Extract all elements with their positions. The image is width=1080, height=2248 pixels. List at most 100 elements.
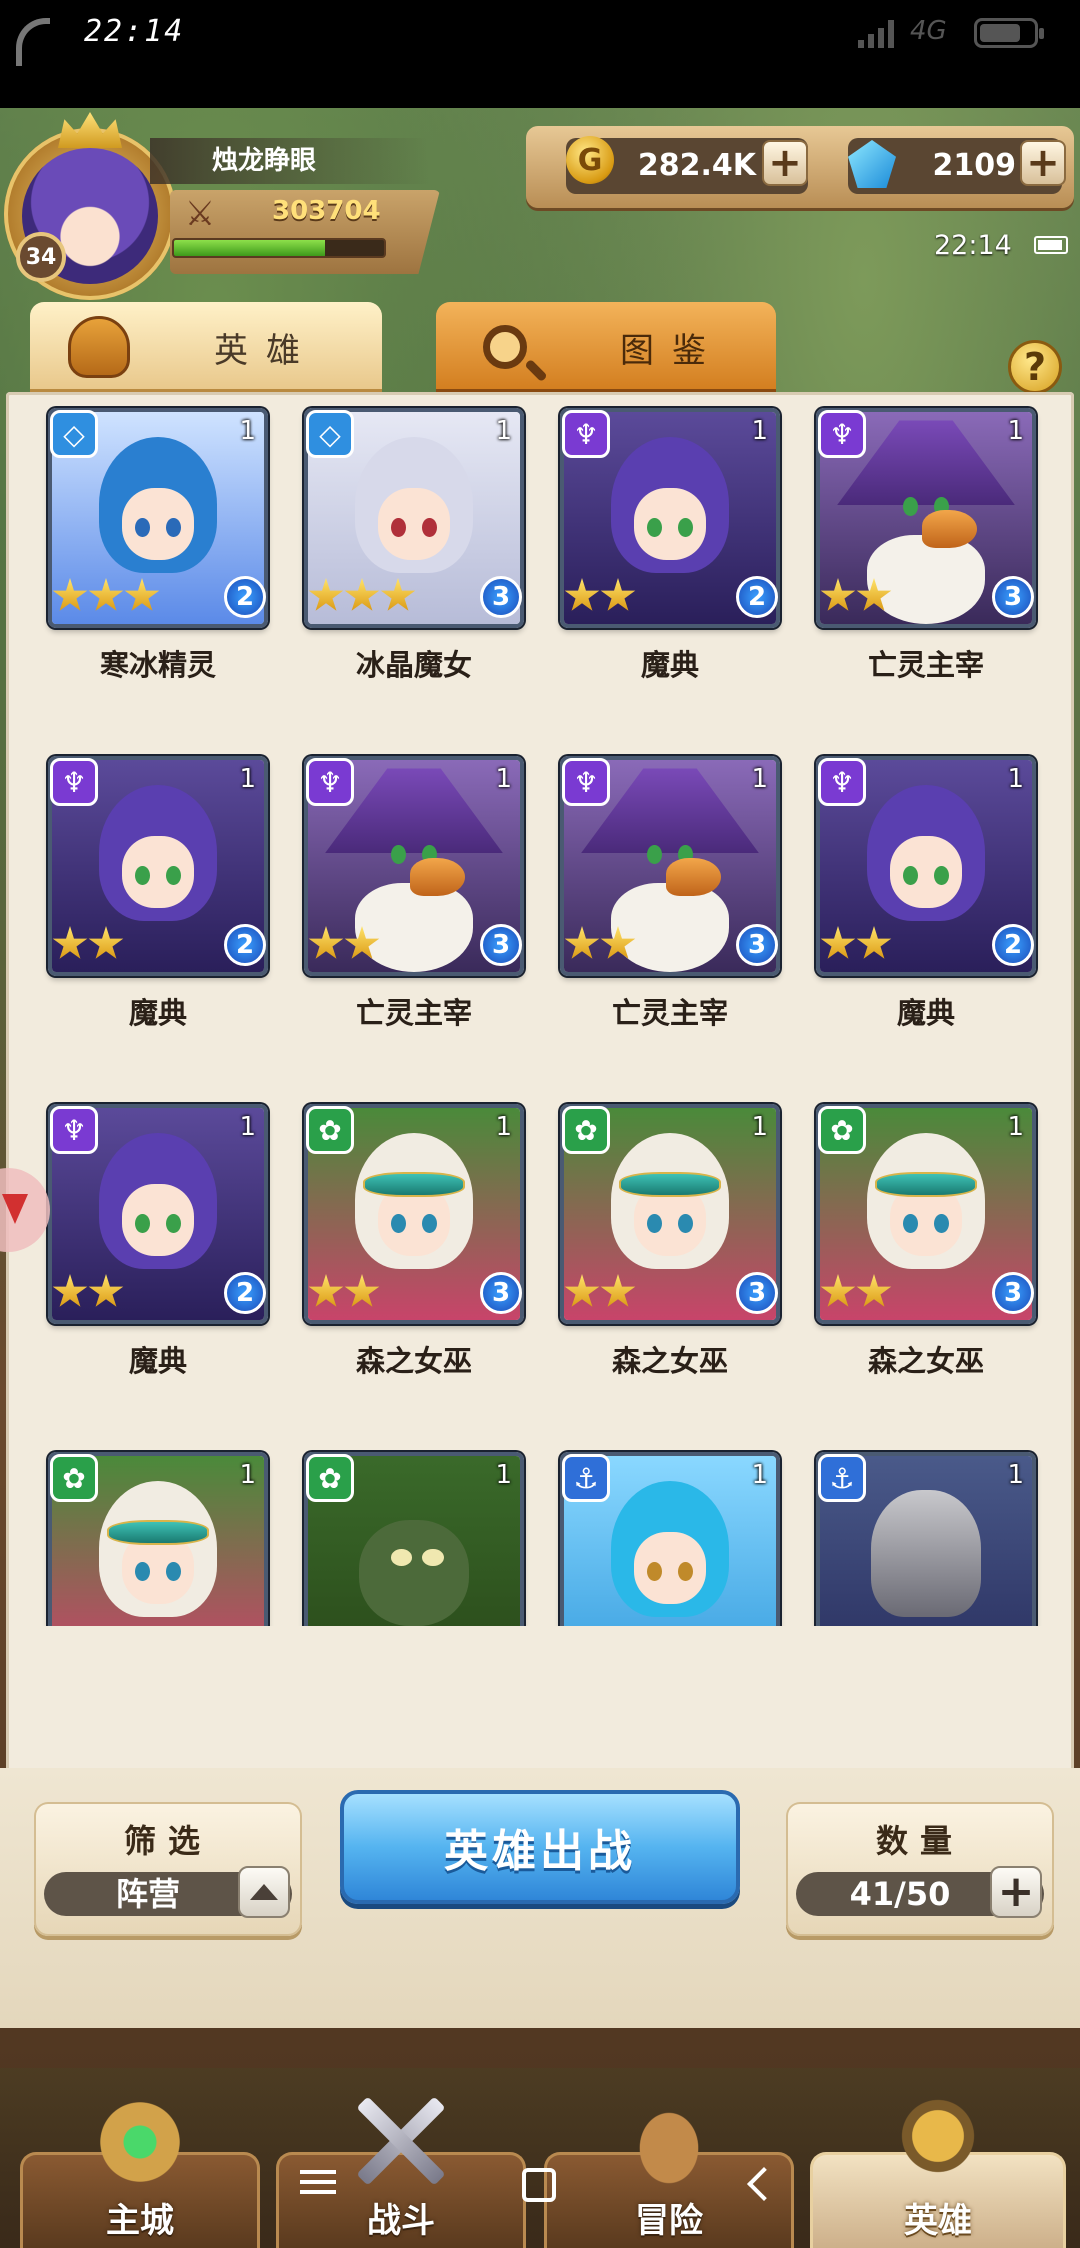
hero-rank-badge: 2	[992, 924, 1034, 966]
nav-city[interactable]: 主城	[20, 2068, 260, 2248]
network-type: 4G	[910, 16, 947, 46]
game-battery-icon	[1034, 236, 1068, 254]
forest-faction-icon: ✿	[306, 1454, 354, 1502]
player-level-badge: 34	[16, 232, 66, 282]
hero-card[interactable]: ◇ 1 2 寒冰精灵	[48, 408, 268, 708]
hero-card[interactable]: ♆ 1 2 魔典	[48, 1104, 268, 1404]
tab-codex[interactable]: 图鉴	[436, 302, 776, 392]
nav-battle[interactable]: 战斗	[276, 2068, 526, 2248]
hero-grid[interactable]: ◇ 1 2 寒冰精灵 ◇ 1 3 冰晶魔女 ♆ 1 2 魔典 ♆ 1 3 亡灵主宰 ♆ 1 2 魔典 ♆ 1 3 亡灵主宰 ♆ 1…	[6, 392, 1074, 1626]
hero-helmet-icon	[878, 2076, 998, 2196]
star-icon	[820, 926, 856, 959]
hero-stars	[564, 578, 636, 614]
hero-card[interactable]: ♆ 1 3 亡灵主宰	[816, 408, 1036, 708]
hero-stars	[308, 926, 380, 962]
hero-level: 1	[239, 1112, 256, 1142]
hero-level: 1	[1007, 764, 1024, 794]
hero-rank-badge: 3	[480, 924, 522, 966]
dark-faction-icon: ♆	[50, 758, 98, 806]
hero-name: 冰晶魔女	[355, 648, 472, 682]
forest-faction-icon: ✿	[562, 1106, 610, 1154]
hero-level: 1	[495, 1460, 512, 1490]
hero-name: 寒冰精灵	[99, 648, 216, 682]
bottom-nav: 主城 战斗 冒险 英雄	[0, 2068, 1080, 2248]
hero-level: 1	[751, 416, 768, 446]
tab-heroes[interactable]: 英雄	[30, 302, 382, 392]
hero-card[interactable]: ⚓ 1	[560, 1452, 780, 1626]
hero-card[interactable]: ✿ 1	[48, 1452, 268, 1626]
deploy-heroes-button[interactable]: 英雄出战	[340, 1790, 740, 1904]
hero-card[interactable]: ♆ 1 2 魔典	[48, 756, 268, 1056]
dark-faction-icon: ♆	[562, 410, 610, 458]
hero-card[interactable]: ♆ 1 3 亡灵主宰	[304, 756, 524, 1056]
hero-card[interactable]: ✿ 1 3 森之女巫	[816, 1104, 1036, 1404]
player-name: 烛龙睁眼	[150, 138, 430, 184]
hero-card[interactable]: ♆ 1 2 魔典	[560, 408, 780, 708]
star-icon	[124, 578, 160, 611]
star-icon	[600, 1274, 636, 1307]
hero-stars	[52, 1274, 124, 1310]
add-gems-button[interactable]: +	[1020, 140, 1066, 186]
game-clock: 22:14	[934, 230, 1012, 261]
helmet-icon	[54, 304, 144, 390]
star-icon	[88, 578, 124, 611]
nav-heroes[interactable]: 英雄	[810, 2068, 1066, 2248]
status-bar: 22:14 4G	[0, 0, 1080, 108]
system-menu-button[interactable]	[300, 2164, 336, 2200]
hero-name: 魔典	[640, 648, 699, 682]
hero-level: 1	[239, 1460, 256, 1490]
star-icon	[600, 578, 636, 611]
star-icon	[856, 926, 892, 959]
star-icon	[308, 578, 344, 611]
hero-level: 1	[751, 764, 768, 794]
hero-rank-badge: 3	[992, 576, 1034, 618]
expand-capacity-button[interactable]: +	[990, 1866, 1042, 1918]
hero-card[interactable]: ⚓ 1	[816, 1452, 1036, 1626]
hero-stars	[564, 1274, 636, 1310]
hero-stars	[820, 926, 892, 962]
hero-level: 1	[495, 416, 512, 446]
star-icon	[52, 578, 88, 611]
hero-card[interactable]: ♆ 1 2 魔典	[816, 756, 1036, 1056]
nav-city-label: 主城	[106, 2201, 174, 2241]
currency-panel: G 282.4K 2109 + +	[526, 126, 1074, 208]
nav-battle-label: 战斗	[367, 2201, 435, 2241]
hero-stars	[52, 926, 124, 962]
signal-icon	[858, 20, 894, 48]
hero-stars	[308, 1274, 380, 1310]
star-icon	[820, 1274, 856, 1307]
anchor-icon: ⚓	[818, 1454, 866, 1502]
hero-name: 亡灵主宰	[867, 648, 984, 682]
system-home-button[interactable]	[522, 2168, 556, 2202]
help-button[interactable]: ?	[1008, 340, 1062, 394]
add-gold-button[interactable]: +	[762, 140, 808, 186]
hero-card[interactable]: ✿ 1	[304, 1452, 524, 1626]
crossed-swords-icon: ⚔	[184, 194, 216, 234]
hero-level: 1	[239, 416, 256, 446]
hero-rank-badge: 3	[992, 1272, 1034, 1314]
star-icon	[344, 578, 380, 611]
faction-dropdown-button[interactable]	[238, 1866, 290, 1918]
status-clock: 22:14	[84, 14, 185, 49]
hero-level: 1	[495, 764, 512, 794]
hero-rank-badge: 3	[480, 576, 522, 618]
hero-name: 亡灵主宰	[355, 996, 472, 1030]
nav-adventure-label: 冒险	[635, 2201, 703, 2241]
bottom-controls: 筛选 阵营 英雄出战 数量 41/50 +	[0, 1768, 1080, 2028]
hero-rank-badge: 2	[224, 1272, 266, 1314]
game-screen: 34 烛龙睁眼 ⚔ 303704 G 282.4K 2109 + + 22:14…	[0, 108, 1080, 2248]
hero-rank-badge: 3	[736, 924, 778, 966]
star-icon	[380, 578, 416, 611]
phone-app-icon	[16, 18, 50, 66]
nav-adventure[interactable]: 冒险	[544, 2068, 794, 2248]
count-panel: 数量 41/50 +	[786, 1802, 1054, 1936]
star-icon	[856, 578, 892, 611]
player-panel[interactable]: 34 烛龙睁眼 ⚔ 303704	[0, 108, 460, 308]
hero-card[interactable]: ✿ 1 3 森之女巫	[304, 1104, 524, 1404]
hero-card[interactable]: ♆ 1 3 亡灵主宰	[560, 756, 780, 1056]
hero-name: 森之女巫	[611, 1344, 728, 1378]
crown-icon	[58, 112, 122, 148]
hero-card[interactable]: ◇ 1 3 冰晶魔女	[304, 408, 524, 708]
hero-card[interactable]: ✿ 1 3 森之女巫	[560, 1104, 780, 1404]
hero-stars	[564, 926, 636, 962]
